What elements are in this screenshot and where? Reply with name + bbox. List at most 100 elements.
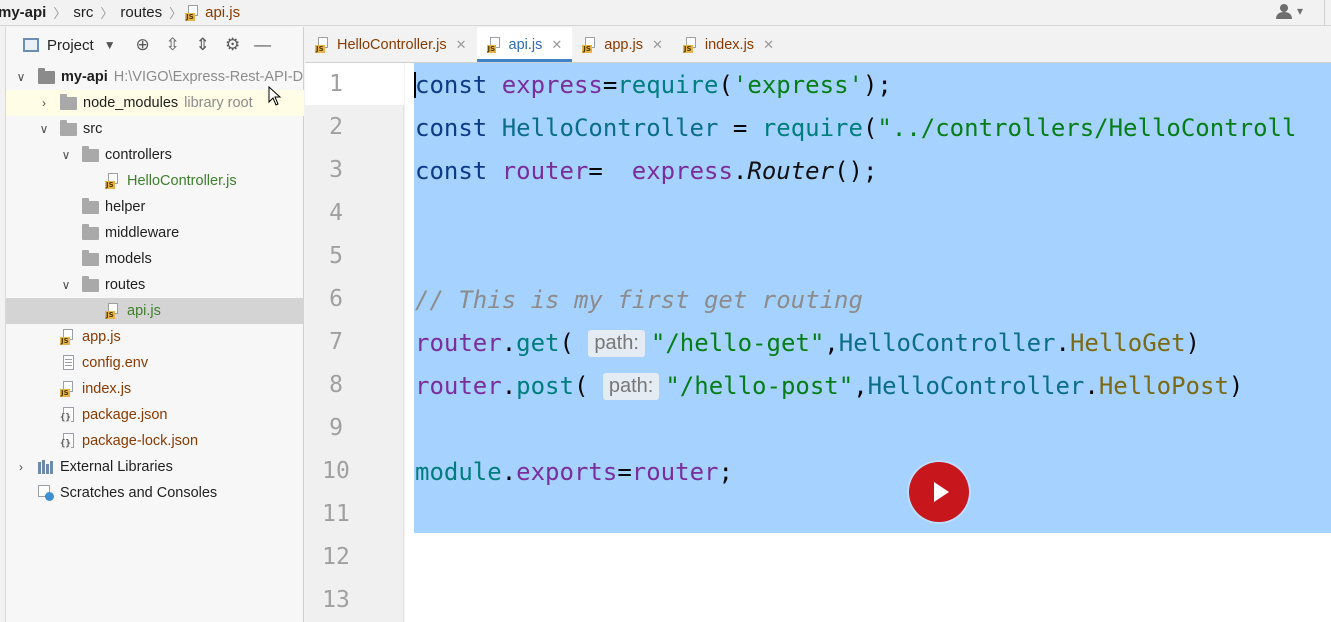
breadcrumb-routes[interactable]: routes 〉 [116,0,185,25]
code-token: = [588,157,632,185]
code-token: = [718,114,762,142]
tab-app-js[interactable]: JS app.js ✕ [572,27,673,62]
code-token: ) [1228,372,1244,400]
tree-item-label: models [105,251,152,267]
folder-icon [82,249,99,266]
tab-label: api.js [508,36,543,53]
code-token: express [501,71,603,99]
tree-item-routes[interactable]: ∨ routes [6,272,304,298]
breadcrumb-src[interactable]: src 〉 [69,0,116,25]
project-panel-title[interactable]: Project [47,37,94,54]
code-token: . [501,458,517,486]
chevron-right-icon: 〉 [169,6,183,21]
code-line-1: const express=require('express'); [415,71,892,99]
folder-icon [38,67,55,84]
code-token: HelloController [501,114,719,142]
tree-item-scratches[interactable]: Scratches and Consoles [6,480,304,506]
js-file-icon: JS [185,4,201,21]
text-file-icon [60,355,76,371]
scratches-icon [38,485,54,501]
tab-hello-controller[interactable]: JS HelloController.js ✕ [305,27,477,62]
code-token: ) [1185,329,1200,357]
code-token: "/hello-post" [665,372,854,400]
tree-item-src[interactable]: ∨ src [6,116,304,142]
code-token: router [415,329,502,357]
breadcrumb-my-api[interactable]: my-api 〉 [0,0,69,25]
tree-item-hello-controller[interactable]: JS HelloController.js [6,168,304,194]
breadcrumb-label: src [73,4,94,21]
tree-item-external-libraries[interactable]: › External Libraries [6,454,304,480]
close-icon[interactable]: ✕ [763,37,774,53]
tree-item-middleware[interactable]: middleware [6,220,304,246]
code-token: router [631,458,719,486]
json-file-icon: {} [60,407,76,423]
chevron-down-icon[interactable]: ∨ [59,148,73,162]
tree-item-package-json[interactable]: {} package.json [6,402,304,428]
tab-api-js[interactable]: JS api.js ✕ [476,27,573,62]
chevron-right-icon: 〉 [100,6,114,21]
code-line-6: // This is my first get routing [415,286,863,314]
line-number: 8 [329,372,343,398]
code-token: HelloPost [1098,372,1229,400]
folder-icon [82,223,99,240]
tree-item-my-api[interactable]: ∨ my-api H:\VIGO\Express-Rest-API-D [6,64,304,90]
chevron-down-icon[interactable]: ∨ [59,278,73,292]
line-number-gutter[interactable]: 1 2 3 4 5 6 7 8 9 10 11 12 13 [305,63,404,622]
close-icon[interactable]: ✕ [456,37,467,53]
tree-item-helper[interactable]: helper [6,194,304,220]
line-number: 6 [329,286,343,312]
code-token: "/hello-get" [650,329,825,357]
video-play-button[interactable] [909,462,969,522]
tree-item-label: controllers [105,147,172,163]
tree-item-package-lock-json[interactable]: {} package-lock.json [6,428,304,454]
crosshair-icon[interactable]: ⊕ [128,35,158,55]
tree-item-index-js[interactable]: JS index.js [6,376,304,402]
tree-item-label: package-lock.json [82,433,199,449]
code-token: HelloController [867,372,1085,400]
code-token: . [501,329,517,357]
line-number: 5 [329,243,343,269]
line-number: 3 [329,157,343,183]
code-line-3: const router= express.Router(); [415,157,877,185]
js-file-icon: JS [60,381,76,397]
chevron-right-icon[interactable]: › [37,96,51,110]
tree-item-models[interactable]: models [6,246,304,272]
tree-item-config-env[interactable]: config.env [6,350,304,376]
chevron-down-icon[interactable]: ▼ [104,38,116,52]
tree-item-api-js[interactable]: JS api.js [6,298,304,324]
js-file-icon: JS [582,36,598,53]
tree-item-app-js[interactable]: JS app.js [6,324,304,350]
code-token: const [415,157,488,185]
settings-icon[interactable]: ⚙ [218,35,248,55]
breadcrumb-label: api.js [205,4,241,21]
breadcrumb-api-js[interactable]: JS api.js [185,0,244,25]
line-number: 11 [322,501,350,527]
project-view-icon [23,38,39,52]
minimize-icon[interactable]: — [248,35,278,55]
close-icon[interactable]: ✕ [551,37,562,53]
tab-index-js[interactable]: JS index.js ✕ [673,27,784,62]
chevron-down-icon[interactable]: ∨ [37,122,51,136]
tree-item-controllers[interactable]: ∨ controllers [6,142,304,168]
folder-icon [60,119,77,136]
code-line-8: router.post( path: "/hello-post",HelloCon… [415,372,1243,400]
code-token: "../controllers/HelloControll [877,114,1297,142]
code-comment: // This is my first get routing [415,286,863,314]
tree-item-label: index.js [82,381,132,397]
code-editor[interactable]: const express=require('express'); const … [405,63,1331,622]
tree-item-label: package.json [82,407,168,423]
collapse-all-icon[interactable]: ⇕ [188,35,218,55]
chevron-right-icon[interactable]: › [14,460,28,474]
line-number: 9 [329,415,343,441]
chevron-down-icon[interactable]: ∨ [14,70,28,84]
tree-item-node-modules[interactable]: › node_modules library root [6,90,304,116]
close-icon[interactable]: ✕ [652,37,663,53]
tree-item-label: config.env [82,355,149,371]
js-file-icon: JS [105,173,121,189]
expand-all-icon[interactable]: ⇳ [158,35,188,55]
user-menu-button[interactable]: ▾ [1275,3,1303,19]
tree-item-hint: library root [184,95,253,111]
code-token: express [631,157,733,185]
tree-item-label: node_modules [83,95,179,111]
tab-label: HelloController.js [337,36,447,53]
